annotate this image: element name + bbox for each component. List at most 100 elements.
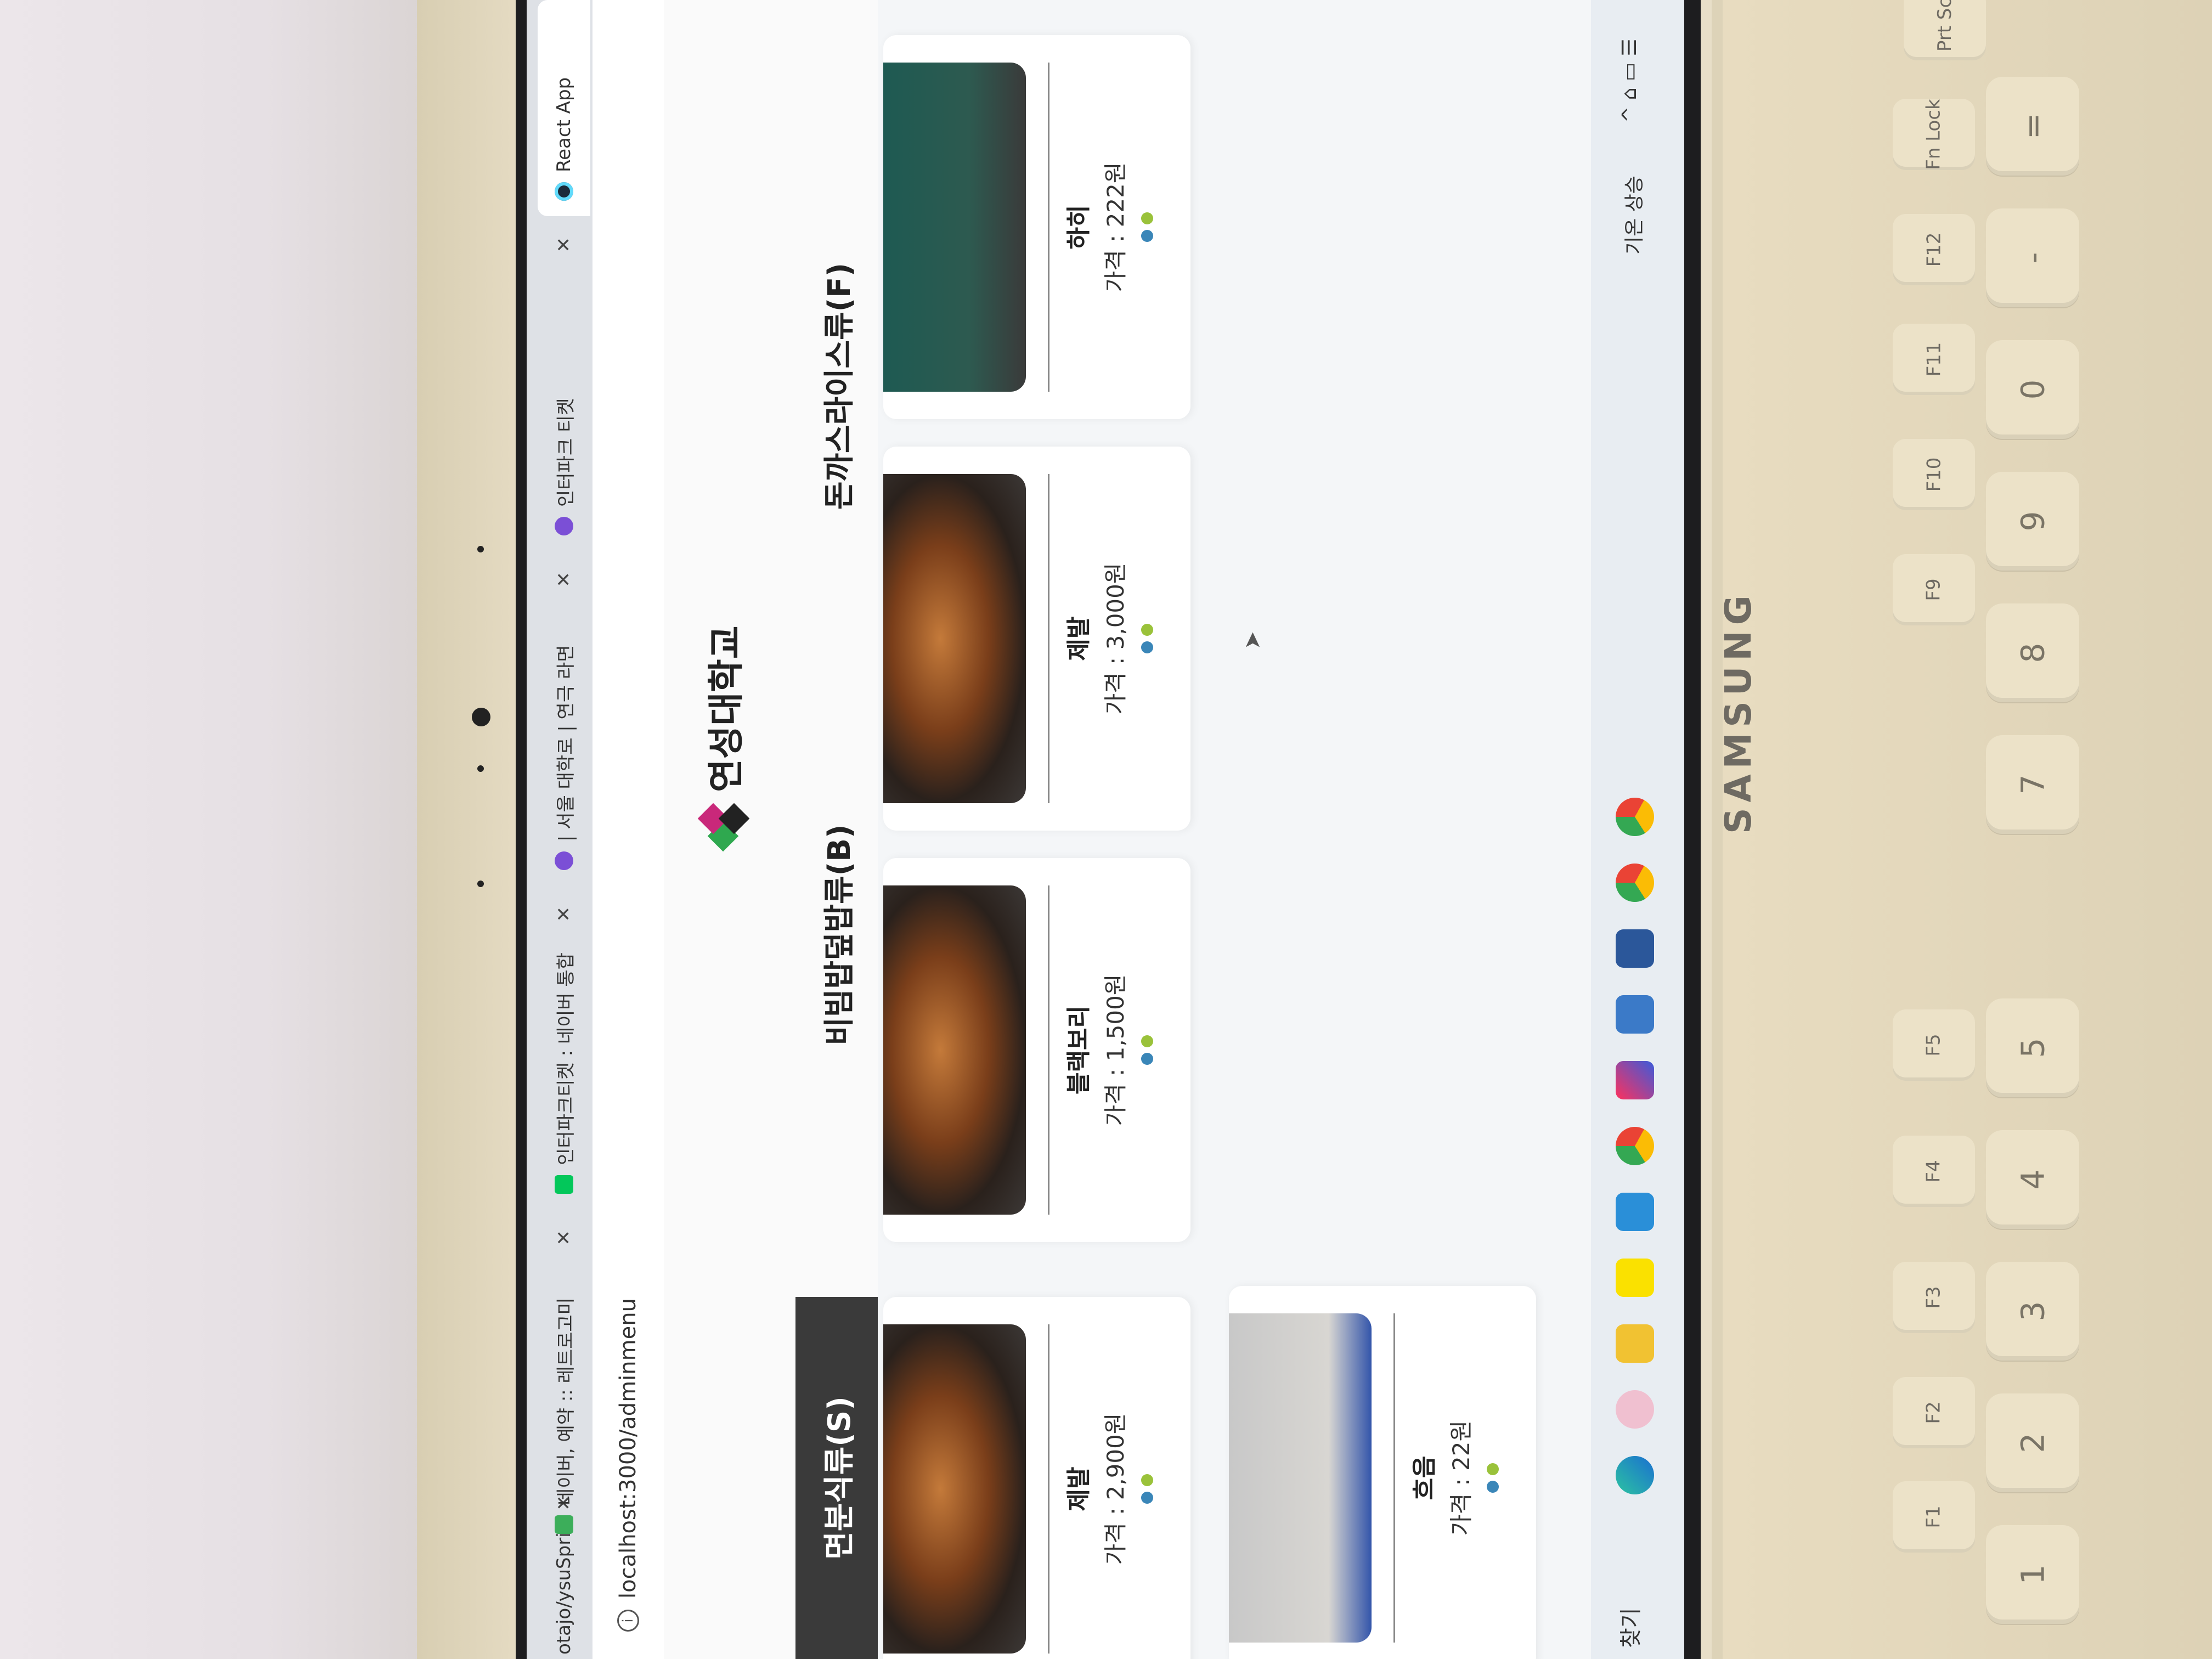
word-icon[interactable] (1616, 929, 1654, 968)
sensor-dot (477, 765, 484, 772)
browser-tab[interactable]: 네이버, 예약 :: 레트로고미 ✕ (538, 1215, 590, 1549)
key-5[interactable]: 5 (1986, 998, 2079, 1097)
noodle-dish-image (883, 885, 1026, 1215)
key-f2[interactable]: F2 (1893, 1377, 1975, 1448)
photos-icon[interactable] (1616, 1390, 1654, 1429)
menu-name: 제발 (1065, 1466, 1093, 1511)
menu-card[interactable]: 흐음 가격 : 22원 (1229, 1286, 1536, 1659)
close-icon[interactable]: ✕ (553, 906, 575, 922)
key-f11[interactable]: F11 (1893, 324, 1975, 395)
browser-tab-active[interactable]: React App (538, 0, 590, 216)
sensor-dot (477, 881, 484, 887)
key-f4[interactable]: F4 (1893, 1136, 1975, 1207)
key-fn-lock[interactable]: Fn Lock (1893, 99, 1975, 170)
key-7[interactable]: 7 (1986, 735, 2079, 834)
key-2[interactable]: 2 (1986, 1393, 2079, 1492)
key-1[interactable]: 1 (1986, 1525, 2079, 1624)
key-prtsc[interactable]: Prt Sc (1904, 0, 1986, 60)
interpark-icon (555, 517, 573, 535)
laptop-photo-image (1229, 1313, 1372, 1643)
site-logo[interactable]: 연성대학교 (697, 625, 750, 852)
edge-icon[interactable] (1616, 1456, 1654, 1494)
status-dot-green[interactable] (1141, 1035, 1153, 1047)
key-f10[interactable]: F10 (1893, 439, 1975, 510)
kakaotalk-icon[interactable] (1616, 1259, 1654, 1297)
browser-window: otajo/ysuSprin ✕ 네이버, 예약 :: 레트로고미 ✕ 인터파크… (527, 0, 1684, 1659)
menu-card[interactable]: 블랙보리 가격 : 1,500원 (883, 858, 1190, 1242)
sensor-dot (477, 546, 484, 552)
status-dot-green[interactable] (1487, 1463, 1499, 1475)
status-dot-blue[interactable] (1141, 1053, 1153, 1065)
tab-strip: otajo/ysuSprin ✕ 네이버, 예약 :: 레트로고미 ✕ 인터파크… (527, 0, 592, 1659)
status-dot-green[interactable] (1141, 624, 1153, 636)
info-icon[interactable]: i (617, 1610, 639, 1632)
key-minus[interactable]: - (1986, 208, 2079, 307)
key-equals[interactable]: = (1986, 77, 2079, 176)
tab-title: 인터파크티켓 : 네이버 통합 (555, 952, 577, 1165)
menu-price: 가격 : 22원 (1448, 1420, 1475, 1536)
key-f9[interactable]: F9 (1893, 554, 1975, 625)
status-dot-blue[interactable] (1141, 230, 1153, 242)
key-0[interactable]: 0 (1986, 340, 2079, 439)
category-tab-s[interactable]: 면분식류(S) (795, 1297, 878, 1659)
menu-name: 블랙보리 (1065, 1006, 1093, 1094)
category-tab-f[interactable]: 돈까스라이스류(F) (795, 205, 878, 567)
key-f12[interactable]: F12 (1893, 214, 1975, 285)
url-text[interactable]: localhost:3000/adminmenu (616, 1298, 641, 1599)
key-9[interactable]: 9 (1986, 472, 2079, 571)
status-dot-green[interactable] (1141, 212, 1153, 224)
status-dot-blue[interactable] (1141, 1492, 1153, 1504)
naver-booking-icon (555, 1515, 573, 1534)
menu-card[interactable]: 제발 가격 : 3,000원 (883, 447, 1190, 831)
status-dot-blue[interactable] (1487, 1481, 1499, 1493)
menu-card[interactable]: 제발 가격 : 2,900원 (883, 1297, 1190, 1659)
menu-price: 가격 : 2,900원 (1102, 1413, 1129, 1565)
category-tab-b[interactable]: 비빔밥덮밥류(B) (795, 754, 878, 1116)
close-icon[interactable]: ✕ (553, 1230, 575, 1246)
category-label: 비빔밥덮밥류(B) (821, 824, 857, 1046)
browser-tab[interactable]: 인터파크티켓 : 네이버 통합 ✕ (538, 891, 590, 1209)
app-icon[interactable] (1616, 995, 1654, 1034)
category-label: 면분식류(S) (821, 1396, 857, 1560)
taskbar-search[interactable]: 찾기 (1613, 1607, 1645, 1648)
weather-widget[interactable]: 기온 상승 (1618, 176, 1647, 255)
noodle-dish-image (883, 474, 1026, 803)
tab-title: | 서울 대학로 | 연극 라면 (555, 645, 577, 842)
chrome-icon[interactable] (1616, 798, 1654, 836)
key-f3[interactable]: F3 (1893, 1262, 1975, 1333)
category-label: 돈까스라이스류(F) (821, 262, 857, 510)
system-tray[interactable]: ^ ⌂ ▭ ☰ (1618, 38, 1641, 123)
mouse-cursor-icon: ➤ (1240, 631, 1265, 650)
card-divider (1048, 474, 1049, 803)
status-dot-blue[interactable] (1141, 641, 1153, 653)
browser-tab[interactable]: | 서울 대학로 | 연극 라면 ✕ (538, 556, 590, 885)
file-explorer-icon[interactable] (1616, 1324, 1654, 1363)
room-photo-image (883, 63, 1026, 392)
card-divider (1048, 1324, 1049, 1654)
status-dot-green[interactable] (1141, 1474, 1153, 1486)
menu-price: 가격 : 222원 (1102, 162, 1129, 292)
close-icon[interactable]: ✕ (553, 237, 575, 253)
key-f1[interactable]: F1 (1893, 1481, 1975, 1553)
key-f5[interactable]: F5 (1893, 1009, 1975, 1081)
tab-title: 인터파크 티켓 (555, 398, 577, 507)
menu-card[interactable]: 하히 가격 : 222원 (883, 35, 1190, 419)
chrome-icon[interactable] (1616, 864, 1654, 902)
browser-tab[interactable]: otajo/ysuSprin ✕ (538, 1495, 590, 1659)
key-8[interactable]: 8 (1986, 603, 2079, 702)
tab-title: 네이버, 예약 :: 레트로고미 (555, 1297, 577, 1505)
close-icon[interactable]: ✕ (553, 572, 575, 588)
vscode-icon[interactable] (1616, 1193, 1654, 1231)
chrome-icon[interactable] (1616, 1127, 1654, 1165)
site-header: 연성대학교 면분식류(S) 비빔밥덮밥류(B) 돈까스라이스류(F) (664, 0, 878, 1659)
browser-tab[interactable]: 인터파크 티켓 ✕ (538, 222, 590, 551)
intellij-icon[interactable] (1616, 1061, 1654, 1099)
interpark-icon (555, 851, 573, 870)
card-divider (1048, 63, 1049, 392)
logo-icon (697, 803, 750, 852)
key-4[interactable]: 4 (1986, 1130, 2079, 1229)
address-bar[interactable]: i localhost:3000/adminmenu (592, 0, 664, 1659)
naver-icon (555, 1175, 573, 1194)
key-3[interactable]: 3 (1986, 1262, 2079, 1361)
tab-title: React App (553, 77, 575, 172)
